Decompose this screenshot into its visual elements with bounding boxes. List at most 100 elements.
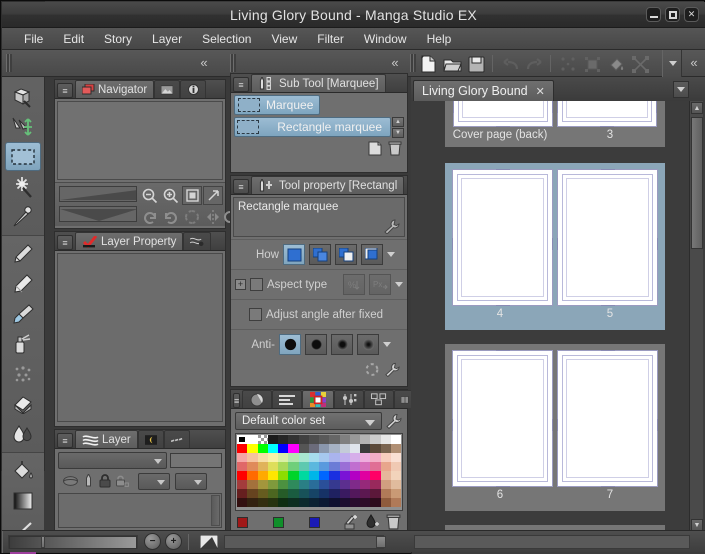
color-swatch[interactable] xyxy=(237,471,248,480)
layer-list-scrollbar[interactable] xyxy=(211,495,220,526)
color-swatch[interactable] xyxy=(349,489,360,498)
color-swatch[interactable] xyxy=(257,444,268,453)
decoration-dots-icon[interactable] xyxy=(5,359,41,388)
save-disk-icon[interactable] xyxy=(466,54,486,74)
color-swatch[interactable] xyxy=(237,435,248,444)
menu-file[interactable]: File xyxy=(14,30,53,48)
color-swatch[interactable] xyxy=(319,498,330,507)
zoom-slider-handle[interactable] xyxy=(41,536,45,548)
color-swatch[interactable] xyxy=(370,498,381,507)
color-swatch[interactable] xyxy=(247,435,258,444)
color-swatch[interactable] xyxy=(298,444,309,453)
color-swatch[interactable] xyxy=(288,462,299,471)
page-manager-scroll-area[interactable]: Cover page (back) 3 4 5 6 7 xyxy=(411,101,705,533)
minimize-button[interactable] xyxy=(646,7,661,22)
trash-icon[interactable] xyxy=(386,514,401,530)
tab-intermediate-color[interactable] xyxy=(334,390,365,408)
marquee-tool[interactable] xyxy=(5,142,41,171)
menu-layer[interactable]: Layer xyxy=(142,30,192,48)
color-swatch[interactable] xyxy=(288,453,299,462)
color-swatch[interactable] xyxy=(298,435,309,444)
menu-help[interactable]: Help xyxy=(417,30,462,48)
anti-dropdown-caret[interactable] xyxy=(383,342,391,347)
page-thumbnail[interactable] xyxy=(557,350,658,487)
canvas-hscrollbar[interactable] xyxy=(8,535,138,549)
color-swatch[interactable] xyxy=(267,435,278,444)
aspect-expander[interactable]: + xyxy=(235,279,246,290)
tab-layer[interactable]: Layer xyxy=(75,430,138,448)
swatch-rows[interactable] xyxy=(237,435,401,507)
color-swatch[interactable] xyxy=(288,498,299,507)
color-swatch[interactable] xyxy=(339,444,350,453)
marquee-select-icon[interactable] xyxy=(582,54,602,74)
color-swatch[interactable] xyxy=(339,471,350,480)
color-swatch[interactable] xyxy=(298,471,309,480)
pencil-tool[interactable] xyxy=(5,269,41,298)
opacity-field[interactable] xyxy=(170,452,222,468)
color-swatch[interactable] xyxy=(267,444,278,453)
color-swatch[interactable] xyxy=(390,444,401,453)
color-swatch[interactable] xyxy=(298,498,309,507)
color-swatch[interactable] xyxy=(267,489,278,498)
color-swatch-grid[interactable] xyxy=(235,433,403,511)
color-swatch[interactable] xyxy=(278,498,289,507)
color-swatch[interactable] xyxy=(288,471,299,480)
color-swatch[interactable] xyxy=(380,444,391,453)
color-swatch[interactable] xyxy=(319,435,330,444)
palette-color-icon[interactable] xyxy=(63,475,78,487)
sub-tool-scrollbar[interactable]: ▲ ▼ xyxy=(392,117,404,138)
airbrush-tool[interactable] xyxy=(5,329,41,358)
adjust-angle-checkbox[interactable] xyxy=(249,308,262,321)
color-swatch[interactable] xyxy=(237,462,248,471)
color-swatch[interactable] xyxy=(278,453,289,462)
color-swatch[interactable] xyxy=(329,498,340,507)
close-button[interactable]: ✕ xyxy=(684,7,699,22)
tab-color-set[interactable] xyxy=(302,390,335,408)
redo-arrow-icon[interactable] xyxy=(524,54,544,74)
color-swatch[interactable] xyxy=(360,471,371,480)
color-swatch[interactable] xyxy=(349,453,360,462)
lock-icon[interactable] xyxy=(99,474,111,488)
spread-6-7[interactable]: 6 7 xyxy=(445,344,665,511)
color-swatch[interactable] xyxy=(278,444,289,453)
aspect-percent-button[interactable]: % xyxy=(343,274,365,295)
anti-none-button[interactable] xyxy=(279,334,301,355)
color-swatch[interactable] xyxy=(370,471,381,480)
color-swatch[interactable] xyxy=(247,453,258,462)
page-thumbnail[interactable] xyxy=(557,101,657,127)
zoom-gradient-slider[interactable] xyxy=(9,536,137,549)
color-swatch[interactable] xyxy=(308,498,319,507)
sub-tool-menu-button[interactable]: ≡ xyxy=(233,77,249,92)
user-color-2[interactable] xyxy=(273,516,284,528)
deselect-icon[interactable] xyxy=(558,54,578,74)
color-swatch[interactable] xyxy=(390,453,401,462)
rotate-left-button[interactable] xyxy=(140,207,160,226)
color-swatch[interactable] xyxy=(360,453,371,462)
color-swatch[interactable] xyxy=(267,462,278,471)
color-swatch[interactable] xyxy=(329,435,340,444)
color-swatch[interactable] xyxy=(339,435,350,444)
sub-tool-scroll-down[interactable]: ▼ xyxy=(392,128,404,138)
fit-to-screen-button[interactable] xyxy=(182,186,202,205)
tab-approximate-color[interactable] xyxy=(364,390,395,408)
anti-medium-button[interactable] xyxy=(331,334,353,355)
color-swatch[interactable] xyxy=(319,444,330,453)
menu-view[interactable]: View xyxy=(261,30,307,48)
color-swatch[interactable] xyxy=(278,489,289,498)
spread-4-5[interactable]: 4 5 xyxy=(445,163,665,330)
color-swatch[interactable] xyxy=(349,435,360,444)
how-dropdown-caret[interactable] xyxy=(387,252,395,257)
color-swatch[interactable] xyxy=(237,444,248,453)
object-tool[interactable] xyxy=(5,112,41,141)
color-swatch[interactable] xyxy=(329,462,340,471)
navigate-icon[interactable] xyxy=(198,534,220,550)
color-swatch[interactable] xyxy=(247,498,258,507)
color-swatch[interactable] xyxy=(288,480,299,489)
color-swatch[interactable] xyxy=(267,453,278,462)
layer-list[interactable] xyxy=(58,493,222,528)
color-swatch[interactable] xyxy=(380,480,391,489)
toolbar-grip-2[interactable] xyxy=(230,54,236,72)
layer-color-icon[interactable] xyxy=(83,474,94,488)
color-swatch[interactable] xyxy=(308,471,319,480)
color-panel-menu-button[interactable]: ≡ xyxy=(233,393,241,408)
